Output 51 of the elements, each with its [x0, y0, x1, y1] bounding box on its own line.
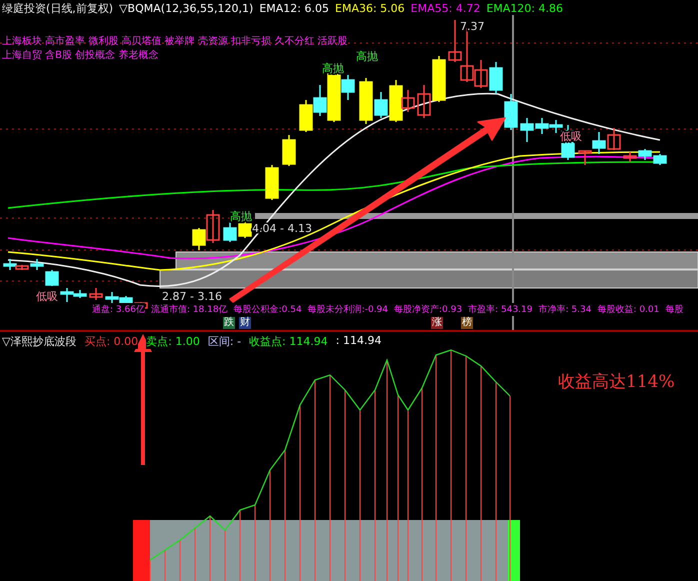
candlestick [448, 20, 462, 62]
event-badge[interactable]: 跌 [223, 317, 235, 329]
stock-stat: 每股 [665, 303, 684, 316]
candlestick [299, 100, 313, 132]
candlestick [265, 165, 279, 200]
indicator-title: ▽泽熙抄底波段 [2, 334, 76, 349]
event-badge[interactable]: 涨 [431, 317, 443, 329]
event-badge[interactable]: 财 [239, 317, 251, 329]
stock-stat: 每股收益: 0.01 [597, 303, 660, 316]
indicator-label: ▽BQMA(12,36,55,120,1) [119, 2, 254, 15]
candlestick [282, 135, 296, 166]
candlestick [623, 152, 637, 162]
candlestick [89, 288, 103, 300]
stock-stat: 每股未分利润:-0.94 [308, 303, 388, 316]
candlestick [638, 149, 652, 160]
chart-annotation: 高抛 [356, 50, 378, 63]
stock-title: 绿庭投资(日线,前复权) [2, 1, 114, 16]
indicator-label: EMA120: 4.86 [486, 2, 563, 15]
candlestick [607, 128, 621, 150]
candlestick [238, 220, 252, 238]
indicator-label: EMA12: 6.05 [259, 2, 329, 15]
candlestick [432, 56, 446, 102]
buy-block [133, 520, 150, 581]
return-note: 收益高达114% [558, 371, 675, 393]
chart-annotation: 低吸 [36, 290, 58, 303]
stock-stat: 每股净资产:0.93 [394, 303, 462, 316]
candlestick [489, 62, 503, 94]
stock-stat: 市盈率: 543.19 [468, 303, 532, 316]
candlestick [653, 154, 667, 165]
concept-tags-text: 上海板块 高市盈率 微利股 高贝塔值 被举牌 壳资源 扣非亏损 久不分红 活跃股 [2, 35, 348, 49]
indicator-value: 收益点: 114.94 [249, 334, 328, 349]
indicator-value: 买点: 0.00 [84, 334, 138, 349]
stock-stat: 通盘: 3.66亿 [92, 303, 145, 316]
stock-stat: 流通市值: 18.18亿 [150, 303, 228, 316]
chart-annotation: 高抛 [322, 62, 344, 75]
indicator-value: 区间: - [208, 334, 242, 349]
concept-tags-text: 上海自贸 含B股 创投概念 养老概念 [2, 49, 158, 63]
event-badge[interactable]: 榜 [461, 317, 473, 329]
candlestick [417, 85, 431, 118]
chart-annotation: 2.87 - 3.16 [162, 290, 222, 303]
candlestick [504, 94, 518, 130]
sell-block [508, 520, 520, 581]
candlestick [105, 292, 119, 303]
stock-stat: 市净率: 5.34 [538, 303, 592, 316]
indicator-value: 卖点: 1.00 [146, 334, 200, 349]
indicator-label: EMA55: 4.72 [410, 2, 480, 15]
chart-annotation: 7.37 [460, 20, 484, 33]
indicator-label: EMA36: 5.06 [335, 2, 405, 15]
candlestick [223, 222, 237, 242]
stock-stat: 每股公积金:0.54 [234, 303, 302, 316]
chart-annotation: 高抛 [230, 210, 252, 223]
